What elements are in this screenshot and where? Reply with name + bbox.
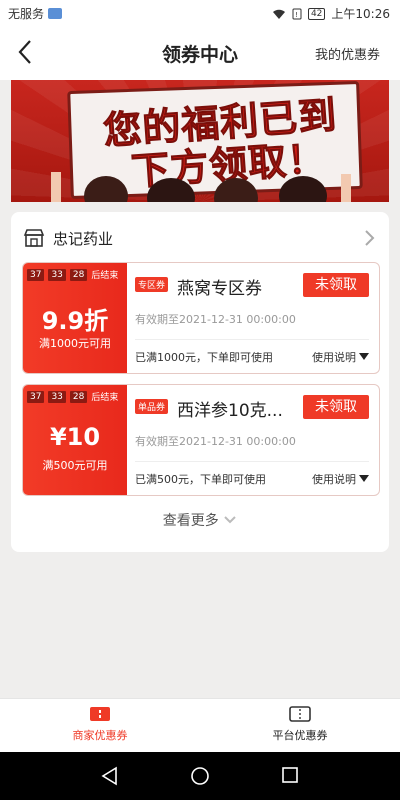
coupon-condition: 满1000元可用 [39, 337, 111, 350]
chevron-right-icon [365, 230, 375, 246]
tab-platform-coupons[interactable]: 平台优惠券 [200, 705, 400, 743]
coupon-ticket-icon [90, 707, 110, 721]
countdown-suffix: 后结束 [91, 393, 119, 403]
bottom-tab-bar: 商家优惠券 平台优惠券 [0, 698, 400, 753]
promo-banner: 您的福利已到 下方领取！ [11, 80, 389, 202]
coupon-validity: 有效期至2021-12-31 00:00:00 [135, 313, 296, 326]
view-more-button[interactable]: 查看更多 [11, 510, 389, 530]
store-header[interactable]: 忠记药业 [23, 224, 375, 252]
countdown-seconds: 28 [69, 268, 88, 281]
status-bar: 无服务 ! 42 上午10:26 [0, 0, 400, 24]
coupon-amount: ¥10 [49, 423, 101, 451]
svg-text:!: ! [295, 11, 298, 19]
coupon-value-panel: 37 33 28 后结束 ¥10 满500元可用 [23, 385, 127, 495]
back-arrow-icon[interactable] [14, 38, 38, 66]
tab-label: 平台优惠券 [272, 729, 328, 742]
recents-square-icon[interactable] [281, 766, 299, 784]
coupon-type-badge: 专区券 [135, 277, 169, 292]
claim-button[interactable]: 未领取 [303, 395, 369, 419]
system-navigation-bar [0, 752, 400, 800]
tab-merchant-coupons[interactable]: 商家优惠券 [0, 705, 200, 743]
clock: 上午10:26 [331, 7, 390, 21]
countdown-seconds: 28 [69, 390, 88, 403]
alarm-icon: ! [292, 8, 302, 19]
usage-instructions-toggle[interactable]: 使用说明 [312, 349, 369, 365]
coupon-divider [135, 339, 369, 340]
wifi-icon [272, 9, 285, 19]
caret-down-icon [359, 353, 369, 360]
store-name: 忠记药业 [53, 229, 114, 248]
countdown-hours: 37 [27, 390, 45, 403]
countdown-minutes: 33 [48, 390, 66, 403]
coupon-amount: 9.9折 [41, 307, 109, 335]
countdown-hours: 37 [27, 268, 45, 281]
usage-instructions-toggle[interactable]: 使用说明 [312, 471, 369, 487]
sim-icon [48, 8, 63, 19]
coupon-title: 燕窝专区券 [177, 279, 262, 299]
usage-label: 使用说明 [312, 473, 356, 486]
coupon-item: 37 33 28 后结束 ¥10 满500元可用 单品券 西洋参10克... 未… [22, 384, 380, 496]
chevron-down-icon [224, 516, 236, 524]
countdown-timer: 37 33 28 后结束 [27, 390, 118, 403]
coupon-value-panel: 37 33 28 后结束 9.9折 满1000元可用 [23, 263, 127, 373]
coupon-description: 已满500元，下单即可使用 [135, 473, 266, 486]
home-circle-icon[interactable] [190, 766, 210, 786]
coupon-card: 忠记药业 37 33 28 后结束 9.9折 满1000元可用 专区券 燕窝专区… [11, 212, 389, 552]
usage-label: 使用说明 [312, 351, 356, 364]
coupon-divider [135, 461, 369, 462]
coupon-type-badge: 单品券 [135, 399, 169, 414]
coupon-item: 37 33 28 后结束 9.9折 满1000元可用 专区券 燕窝专区券 未领取… [22, 262, 380, 374]
my-coupons-link[interactable]: 我的优惠券 [315, 44, 380, 63]
view-more-label: 查看更多 [162, 513, 219, 529]
coupon-description: 已满1000元，下单即可使用 [135, 351, 273, 364]
navigation-bar: 领券中心 我的优惠券 [0, 24, 400, 80]
carrier-text: 无服务 [8, 7, 45, 21]
coupon-title: 西洋参10克... [177, 401, 283, 421]
store-icon [23, 229, 45, 247]
countdown-timer: 37 33 28 后结束 [27, 268, 118, 281]
coupon-condition: 满500元可用 [42, 459, 108, 472]
tab-label: 商家优惠券 [72, 729, 128, 742]
coupon-validity: 有效期至2021-12-31 00:00:00 [135, 435, 296, 448]
claim-button[interactable]: 未领取 [303, 273, 369, 297]
battery-icon: 42 [307, 7, 326, 20]
coupon-ticket-outline-icon [289, 706, 311, 722]
back-triangle-icon[interactable] [100, 766, 120, 786]
countdown-suffix: 后结束 [91, 271, 119, 281]
crowd-illustration [51, 172, 351, 202]
countdown-minutes: 33 [48, 268, 66, 281]
caret-down-icon [359, 475, 369, 482]
